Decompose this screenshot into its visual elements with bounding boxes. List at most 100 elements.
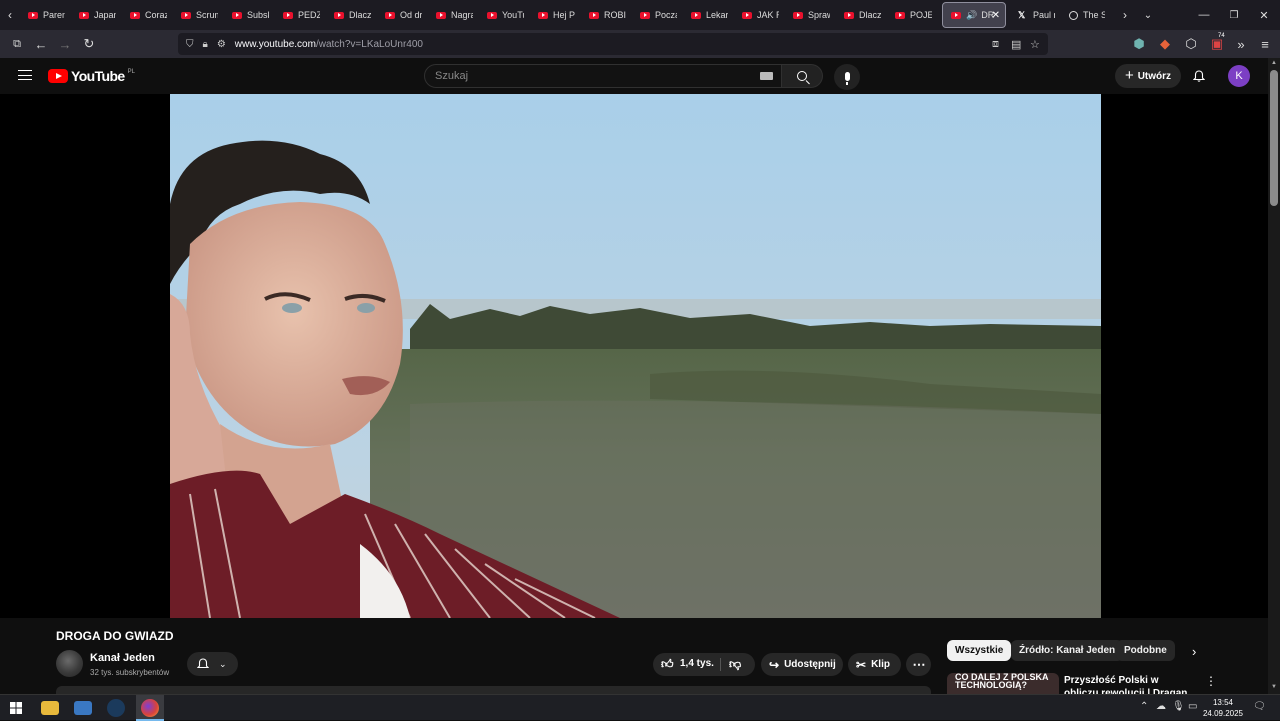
- browser-tab[interactable]: Nagra: [428, 2, 479, 28]
- keyboard-icon[interactable]: [760, 72, 773, 80]
- picture-in-picture-icon[interactable]: ⧈: [992, 38, 999, 51]
- channel-name[interactable]: Kanał Jeden: [90, 652, 155, 664]
- chip-from-channel[interactable]: Źródło: Kanał Jeden: [1011, 640, 1124, 661]
- browser-tab[interactable]: 𝕏 Paul m: [1010, 2, 1061, 28]
- audio-playing-icon[interactable]: 🔊: [966, 10, 977, 21]
- computer-icon[interactable]: [74, 701, 92, 715]
- browser-tab[interactable]: Dlacz: [836, 2, 887, 28]
- windows-start-icon[interactable]: [10, 702, 22, 714]
- chevron-right-icon[interactable]: ›: [1192, 644, 1196, 659]
- recommended-thumbnail[interactable]: CO DALEJ Z POLSKA TECHNOLOGIĄ?: [947, 673, 1059, 694]
- bookmark-star-icon[interactable]: ☆: [1030, 38, 1040, 51]
- account-avatar[interactable]: K: [1228, 65, 1250, 87]
- app-menu-icon[interactable]: ≡: [1253, 32, 1277, 56]
- browser-tab[interactable]: The Sp: [1061, 2, 1112, 28]
- browser-tab[interactable]: Japan: [71, 2, 122, 28]
- microphone-tray-icon[interactable]: 🎙︎: [1172, 701, 1185, 712]
- youtube-favicon-icon: [79, 11, 89, 19]
- extension-badge-icon[interactable]: ▣ 74: [1205, 32, 1229, 56]
- tab-title: The Sp: [1083, 10, 1105, 20]
- restore-icon[interactable]: ❐: [1218, 0, 1250, 30]
- tab-view-icon[interactable]: ⧉: [5, 32, 29, 56]
- extension-fox-icon[interactable]: ◆: [1153, 32, 1177, 56]
- url-text[interactable]: www.youtube.com/watch?v=LKaLoUnr400: [235, 39, 423, 50]
- close-tab-icon[interactable]: ✕: [992, 10, 1000, 21]
- tray-expand-icon[interactable]: ⌃: [1140, 701, 1148, 712]
- page-scrollbar[interactable]: ▲ ▼: [1268, 58, 1280, 694]
- permissions-icon[interactable]: ⚙: [217, 39, 226, 50]
- voice-search-button[interactable]: [834, 64, 860, 90]
- browser-tab[interactable]: Scrum: [173, 2, 224, 28]
- network-icon[interactable]: ▭: [1188, 701, 1197, 712]
- firefox-icon[interactable]: [141, 699, 159, 717]
- browser-tab[interactable]: Coraz: [122, 2, 173, 28]
- clip-button[interactable]: ✂ Klip: [848, 653, 901, 676]
- recommended-title[interactable]: Przyszłość Polski w obliczu rewolucji | …: [1064, 674, 1194, 694]
- search-box[interactable]: [424, 64, 782, 88]
- video-frame[interactable]: [170, 94, 1101, 618]
- list-all-tabs-icon[interactable]: ⌄: [1138, 0, 1158, 30]
- like-icon[interactable]: 👍︎: [661, 657, 674, 672]
- browser-tab[interactable]: Lekar: [683, 2, 734, 28]
- scroll-up-icon[interactable]: ▲: [1271, 60, 1277, 66]
- browser-tab[interactable]: ROBIM: [581, 2, 632, 28]
- forward-icon[interactable]: →: [53, 32, 77, 56]
- browser-tab[interactable]: Hej Pu: [530, 2, 581, 28]
- browser-tab[interactable]: Dlacz: [326, 2, 377, 28]
- share-button[interactable]: ↪ Udostępnij: [761, 653, 843, 676]
- overflow-menu-icon[interactable]: »: [1229, 32, 1253, 56]
- search-input[interactable]: [435, 70, 735, 82]
- notifications-bell-icon[interactable]: [1193, 70, 1205, 82]
- scrollbar-thumb[interactable]: [1270, 70, 1278, 206]
- divider: [720, 658, 721, 671]
- browser-tab[interactable]: Spraw: [785, 2, 836, 28]
- file-explorer-icon[interactable]: [41, 701, 59, 715]
- extension-shield-icon[interactable]: ⬢: [1127, 32, 1151, 56]
- chip-related[interactable]: Podobne: [1116, 640, 1175, 661]
- browser-tab[interactable]: Począ: [632, 2, 683, 28]
- search-icon: [797, 71, 807, 81]
- tracking-protection-icon[interactable]: ⛉: [186, 39, 194, 50]
- browser-tab[interactable]: Subsk: [224, 2, 275, 28]
- channel-avatar[interactable]: [56, 650, 83, 677]
- tab-scroll-right-icon[interactable]: ›: [1115, 0, 1135, 30]
- like-dislike-group: 👍︎ 1,4 tys. 👎︎: [653, 653, 755, 676]
- browser-tab[interactable]: YouTu: [479, 2, 530, 28]
- browser-tab[interactable]: POJEC: [887, 2, 938, 28]
- browser-tab-active[interactable]: 🔊 DRO ✕: [942, 2, 1006, 28]
- onedrive-icon[interactable]: ☁: [1156, 701, 1166, 712]
- address-bar[interactable]: ⛉ 🔒︎ ⚙ www.youtube.com/watch?v=LKaLoUnr4…: [178, 33, 1048, 55]
- dislike-icon[interactable]: 👎︎: [729, 657, 741, 672]
- hamburger-menu-icon[interactable]: [18, 70, 32, 80]
- lock-icon[interactable]: 🔒︎: [203, 39, 208, 50]
- recommended-menu-icon[interactable]: ⋮: [1205, 674, 1217, 688]
- youtube-favicon-icon: [232, 11, 242, 19]
- more-actions-button[interactable]: ⋯: [906, 653, 931, 676]
- youtube-logo[interactable]: YouTube PL: [48, 68, 135, 84]
- reader-view-icon[interactable]: ▤: [1011, 38, 1021, 51]
- reload-icon[interactable]: ↻: [77, 32, 101, 56]
- notifications-icon[interactable]: 🗨︎: [1253, 701, 1266, 712]
- chip-all[interactable]: Wszystkie: [947, 640, 1012, 661]
- clock-time: 13:54: [1212, 698, 1234, 707]
- video-player[interactable]: [0, 94, 1268, 618]
- browser-tab[interactable]: Parent: [20, 2, 71, 28]
- scroll-down-icon[interactable]: ▼: [1271, 684, 1277, 690]
- steam-icon[interactable]: [107, 699, 125, 717]
- tab-title: Coraz: [145, 10, 167, 20]
- browser-tab[interactable]: Od dr: [377, 2, 428, 28]
- extensions-icon[interactable]: ⬡: [1179, 32, 1203, 56]
- close-window-icon[interactable]: ✕: [1248, 0, 1280, 30]
- tab-scroll-left-icon[interactable]: ‹: [0, 0, 20, 30]
- youtube-favicon-icon: [742, 11, 752, 19]
- back-icon[interactable]: ←: [29, 32, 53, 56]
- description-box[interactable]: [56, 686, 931, 694]
- browser-tab[interactable]: PEDZI: [275, 2, 326, 28]
- subscription-notifications-button[interactable]: ⌄: [187, 652, 238, 676]
- minimize-icon[interactable]: —: [1188, 0, 1220, 30]
- create-button[interactable]: + Utwórz: [1115, 64, 1181, 88]
- system-clock[interactable]: 13:54 24.09.2025: [1200, 697, 1246, 719]
- browser-tab[interactable]: JAK RO: [734, 2, 785, 28]
- like-count[interactable]: 1,4 tys.: [680, 658, 714, 669]
- search-button[interactable]: [782, 64, 823, 88]
